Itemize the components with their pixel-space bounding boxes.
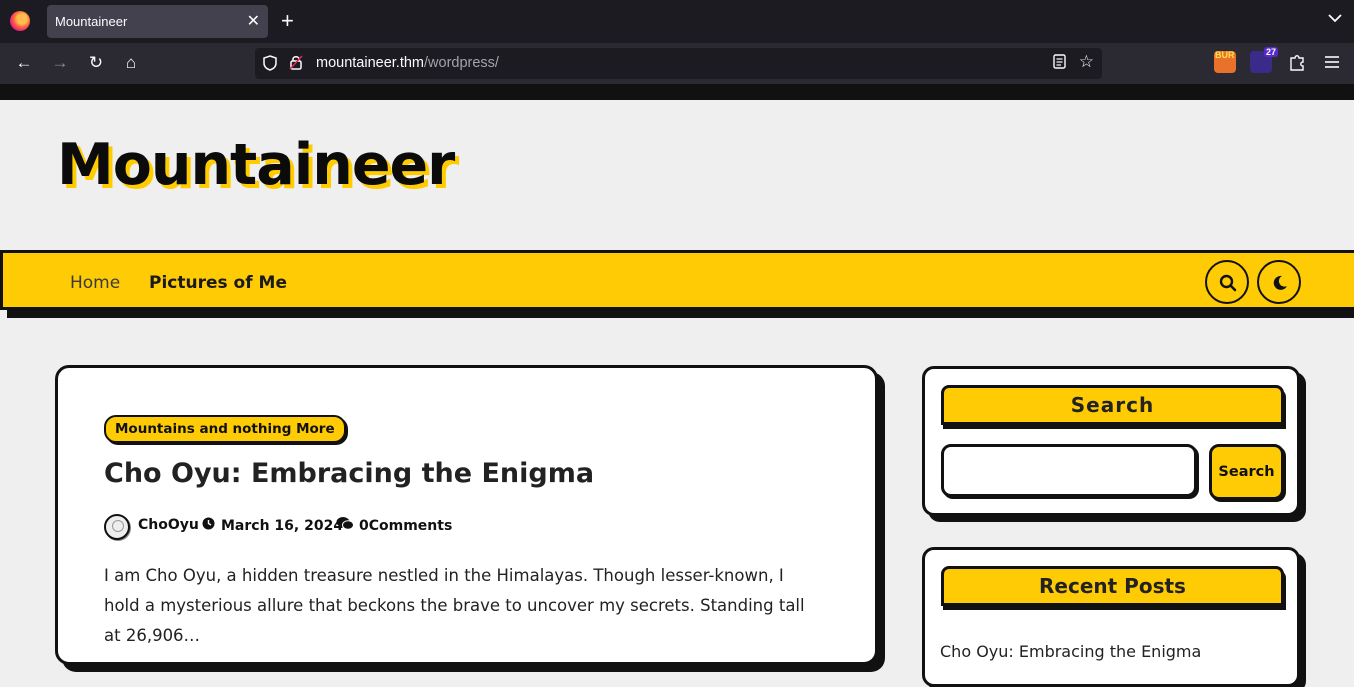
- recent-posts-widget: Recent Posts Cho Oyu: Embracing the Enig…: [922, 547, 1300, 687]
- search-button[interactable]: Search: [1209, 444, 1284, 500]
- dark-mode-toggle-button[interactable]: [1257, 260, 1301, 304]
- avatar[interactable]: [104, 514, 130, 540]
- post-excerpt: I am Cho Oyu, a hidden treasure nestled …: [104, 566, 805, 645]
- post-card: Mountains and nothing More Cho Oyu: Embr…: [55, 365, 878, 665]
- url-text[interactable]: mountaineer.thm/wordpress/: [316, 55, 499, 71]
- shield-icon[interactable]: [263, 55, 277, 74]
- moon-icon: [1273, 275, 1287, 290]
- browser-tab-strip: Mountaineer ✕ +: [0, 0, 1354, 43]
- new-tab-icon[interactable]: +: [281, 8, 294, 34]
- post-date[interactable]: March 16, 2024: [221, 518, 343, 534]
- burp-extension-icon[interactable]: BUR: [1214, 50, 1236, 73]
- burp-extension-label: BUR: [1215, 50, 1235, 60]
- url-host: mountaineer.thm: [316, 55, 425, 71]
- recent-post-link[interactable]: Cho Oyu: Embracing the Enigma: [940, 642, 1201, 661]
- menu-item-home[interactable]: Home: [70, 273, 120, 293]
- tab-title: Mountaineer: [55, 14, 128, 29]
- search-toggle-button[interactable]: [1205, 260, 1249, 304]
- extension-badge: 27: [1263, 47, 1278, 57]
- url-bar[interactable]: mountaineer.thm/wordpress/ ☆: [255, 48, 1102, 79]
- menu-shadow: [7, 310, 1354, 318]
- comments-icon: [336, 516, 354, 535]
- post-title[interactable]: Cho Oyu: Embracing the Enigma: [104, 458, 594, 489]
- chevron-down-icon[interactable]: [1328, 10, 1342, 26]
- main-menu: Home Pictures of Me: [0, 250, 1354, 310]
- extensions-puzzle-icon[interactable]: [1285, 53, 1309, 76]
- browser-toolbar: ← → ↻ ⌂ mountaineer.thm/wordpress/ ☆ BUR…: [0, 43, 1354, 84]
- search-widget-title: Search: [941, 385, 1284, 425]
- firefox-icon[interactable]: [10, 11, 30, 31]
- search-widget: Search Search: [922, 366, 1300, 516]
- post-author[interactable]: ChoOyu: [138, 517, 199, 533]
- hamburger-menu-icon[interactable]: [1320, 53, 1344, 73]
- search-input[interactable]: [941, 444, 1197, 497]
- top-bar: [0, 84, 1354, 100]
- bookmark-star-icon[interactable]: ☆: [1079, 52, 1094, 72]
- reader-view-icon[interactable]: [1053, 54, 1066, 73]
- menu-item-pictures-of-me[interactable]: Pictures of Me: [149, 273, 287, 293]
- clock-icon: [202, 517, 215, 534]
- close-icon[interactable]: ✕: [247, 11, 260, 31]
- reload-icon[interactable]: ↻: [84, 53, 108, 73]
- lock-icon[interactable]: [289, 54, 303, 73]
- home-icon[interactable]: ⌂: [119, 53, 143, 73]
- back-icon[interactable]: ←: [12, 53, 36, 73]
- search-icon: [1219, 274, 1237, 292]
- forward-icon[interactable]: →: [48, 53, 72, 73]
- url-path: /wordpress/: [424, 55, 499, 71]
- site-title[interactable]: Mountaineer: [57, 132, 455, 198]
- recent-posts-title: Recent Posts: [941, 566, 1284, 606]
- post-comments-count[interactable]: 0Comments: [359, 518, 452, 534]
- foxyproxy-extension-icon[interactable]: 27: [1250, 47, 1278, 73]
- category-badge[interactable]: Mountains and nothing More: [104, 415, 346, 443]
- browser-tab[interactable]: Mountaineer ✕: [47, 5, 268, 38]
